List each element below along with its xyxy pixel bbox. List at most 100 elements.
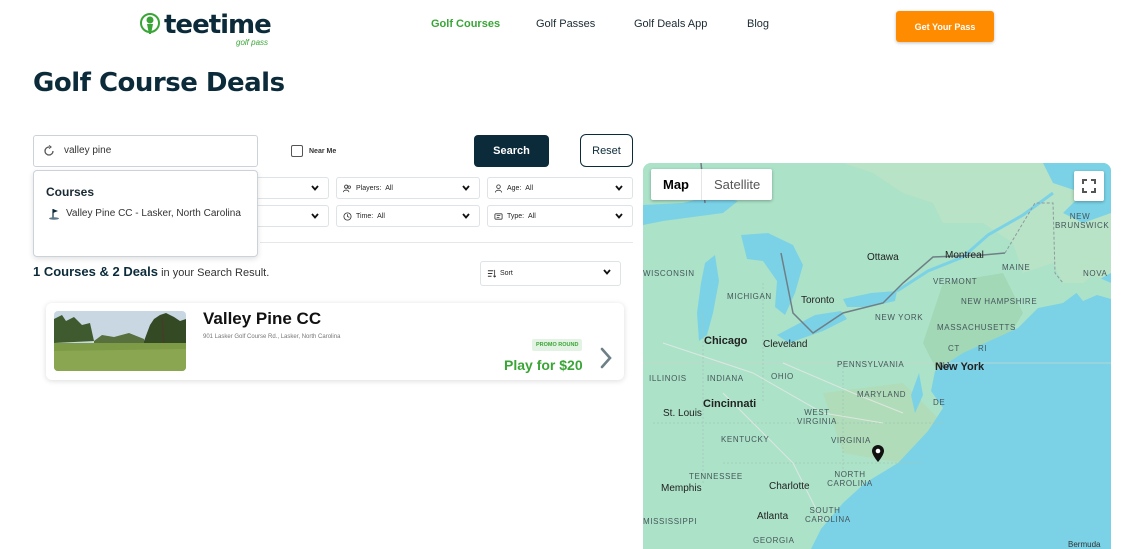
city-label: New York: [935, 361, 985, 373]
deal-price: Play for $20: [504, 357, 583, 373]
city-label: Chicago: [704, 335, 748, 347]
region-label: MICHIGAN: [727, 292, 772, 301]
region-label: NEW HAMPSHIRE: [961, 297, 1038, 306]
fullscreen-button[interactable]: [1074, 171, 1104, 201]
promo-badge: PROMO ROUND: [532, 339, 583, 351]
result-count: 1 Courses & 2 Deals in your Search Resul…: [33, 264, 269, 279]
region-label: TENNESSEE: [689, 472, 743, 481]
filter-time-value: All: [377, 212, 385, 220]
logo[interactable]: teetime golf pass: [138, 10, 273, 47]
chevron-right-icon[interactable]: [599, 347, 613, 369]
course-address: 901 Lasker Golf Course Rd., Lasker, Nort…: [203, 334, 341, 340]
clock-icon: [343, 211, 352, 221]
filter-type[interactable]: Type: All: [487, 205, 633, 227]
search-value: valley pine: [64, 145, 112, 156]
search-input[interactable]: valley pine: [33, 135, 258, 167]
region-label: SOUTH CAROLINA: [805, 506, 851, 524]
tag-icon: [494, 212, 503, 220]
chevron-down-icon: [462, 213, 470, 219]
region-label: MASSACHUSETTS: [937, 323, 1016, 332]
region-label: RI: [978, 344, 988, 353]
users-icon: [343, 184, 351, 192]
region-label: NEW YORK: [875, 313, 924, 322]
course-photo: [54, 311, 186, 371]
chevron-down-icon: [462, 185, 470, 191]
filter-type-value: All: [528, 212, 536, 220]
region-label: OHIO: [771, 372, 794, 381]
reset-button[interactable]: Reset: [580, 134, 633, 167]
search-button[interactable]: Search: [474, 135, 549, 167]
filter-time-label: Time:: [356, 212, 374, 220]
nav-golf-deals-app[interactable]: Golf Deals App: [634, 18, 707, 30]
near-me-label: Near Me: [309, 147, 337, 155]
result-count-text: in your Search Result.: [158, 267, 270, 279]
region-label: MARYLAND: [857, 390, 907, 399]
suggestion-item[interactable]: Valley Pine CC - Lasker, North Carolina: [66, 205, 246, 223]
course-name[interactable]: Valley Pine CC: [203, 309, 321, 329]
city-label: Atlanta: [757, 511, 789, 522]
suggestions-header: Courses: [46, 185, 95, 199]
city-label: Ottawa: [867, 252, 899, 263]
golf-tee-icon: [140, 13, 160, 34]
city-label: St. Louis: [663, 408, 702, 419]
loading-icon: [44, 145, 54, 156]
region-label: KENTUCKY: [721, 435, 770, 444]
logo-subtitle: golf pass: [236, 38, 269, 47]
nav-golf-courses[interactable]: Golf Courses: [431, 18, 500, 30]
filter-age-label: Age:: [507, 184, 522, 192]
city-label: Montreal: [945, 250, 984, 261]
map-type-tabs: Map Satellite: [651, 169, 773, 200]
region-label: VERMONT: [933, 277, 978, 286]
region-label: GEORGIA: [753, 536, 795, 545]
filter-type-label: Type:: [507, 212, 525, 220]
city-label: Memphis: [661, 483, 702, 494]
tab-satellite[interactable]: Satellite: [701, 169, 772, 200]
logo-wordmark: teetime: [164, 10, 272, 40]
page-title: Golf Course Deals: [33, 68, 285, 98]
region-label: INDIANA: [707, 374, 744, 383]
filter-players[interactable]: Players: All: [336, 177, 480, 199]
region-label: NEW BRUNSWICK: [1055, 212, 1110, 230]
filter-time[interactable]: Time: All: [336, 205, 480, 227]
chevron-down-icon: [311, 213, 319, 219]
region-label: NOVA: [1083, 269, 1108, 278]
chevron-down-icon: [311, 185, 319, 191]
nav-golf-passes[interactable]: Golf Passes: [536, 18, 595, 30]
map-attribution: Bermuda: [1068, 540, 1101, 549]
city-label: Toronto: [801, 295, 835, 306]
region-label: PENNSYLVANIA: [837, 360, 905, 369]
map-canvas: [643, 163, 1111, 549]
sort-icon: [487, 269, 496, 278]
course-card[interactable]: Valley Pine CC 901 Lasker Golf Course Rd…: [46, 303, 624, 380]
divider: [260, 242, 633, 243]
checkbox-box[interactable]: [291, 145, 303, 157]
search-suggestions: Courses Valley Pine CC - Lasker, North C…: [33, 170, 258, 257]
city-label: Charlotte: [769, 481, 810, 492]
region-label: DE: [933, 398, 946, 407]
region-label: WEST VIRGINIA: [797, 408, 837, 426]
result-count-bold: 1 Courses & 2 Deals: [33, 264, 159, 279]
golf-flag-icon: [49, 209, 59, 220]
map-view[interactable]: Map Satellite WISCONSIN MICHIGAN NEW YOR…: [643, 163, 1111, 549]
region-label: CT: [948, 344, 960, 353]
sort-select[interactable]: Sort: [480, 261, 621, 286]
filter-age-value: All: [525, 184, 534, 192]
city-label: Cleveland: [763, 339, 808, 350]
user-icon: [494, 183, 503, 193]
filter-players-value: All: [385, 184, 393, 192]
region-label: NORTH CAROLINA: [827, 470, 873, 488]
region-label: WISCONSIN: [643, 269, 695, 278]
tab-map[interactable]: Map: [651, 169, 701, 200]
filter-players-label: Players:: [356, 184, 382, 192]
get-your-pass-button[interactable]: Get Your Pass: [896, 11, 994, 42]
sort-label: Sort: [500, 270, 513, 277]
city-label: Cincinnati: [703, 398, 757, 410]
near-me-checkbox[interactable]: Near Me: [291, 145, 336, 157]
chevron-down-icon: [603, 269, 611, 275]
region-label: MISSISSIPPI: [643, 517, 698, 526]
region-label: MAINE: [1002, 263, 1031, 272]
nav-blog[interactable]: Blog: [747, 18, 769, 30]
map-pin-icon[interactable]: [871, 445, 885, 463]
region-label: ILLINOIS: [649, 374, 687, 383]
filter-age[interactable]: Age: All: [487, 177, 633, 199]
